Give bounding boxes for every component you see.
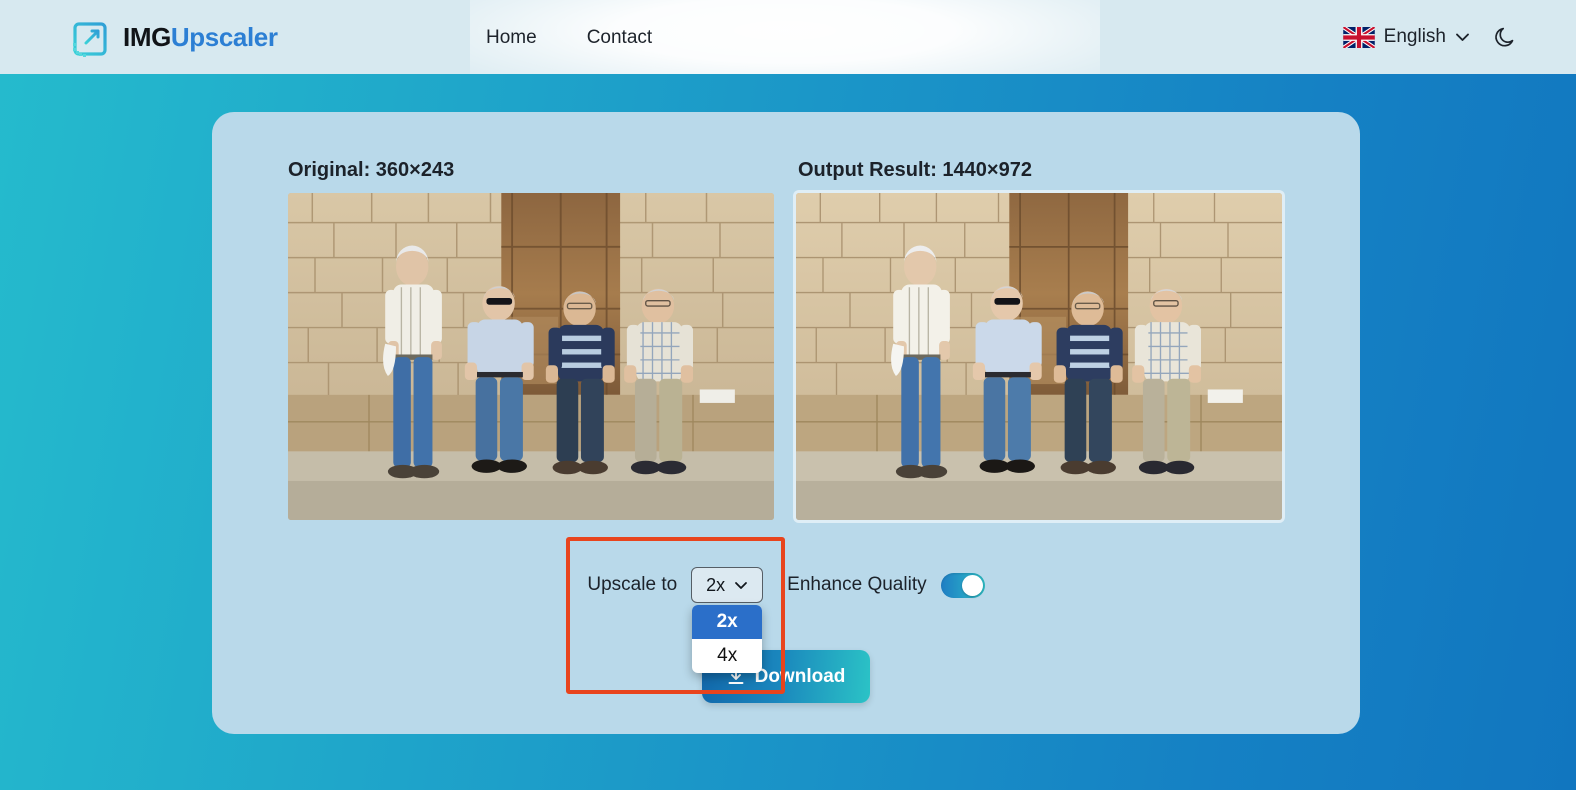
main-nav: Home Contact xyxy=(484,0,654,74)
upscale-option-4x[interactable]: 4x xyxy=(692,639,762,673)
upscale-select-value: 2x xyxy=(706,574,726,595)
result-card: Original: 360×243 Output Result: 1440×97… xyxy=(212,112,1360,734)
original-image-label: Original: 360×243 xyxy=(288,159,455,181)
nav-contact[interactable]: Contact xyxy=(585,24,654,51)
toggle-knob xyxy=(961,574,983,596)
header-right-group: English xyxy=(1342,0,1518,74)
upscale-image-icon xyxy=(73,22,107,57)
uk-flag-icon xyxy=(1342,26,1375,48)
language-label: English xyxy=(1383,26,1446,47)
upscale-options-dropdown: 2x 4x xyxy=(692,605,763,673)
original-photo-graphic xyxy=(288,193,774,520)
logo-text-img: IMG xyxy=(123,22,171,52)
output-image[interactable] xyxy=(796,193,1282,520)
logo-text-upscaler: Upscaler xyxy=(170,22,278,52)
nav-home[interactable]: Home xyxy=(484,24,539,51)
language-selector[interactable]: English xyxy=(1342,26,1470,48)
download-button-label: Download xyxy=(754,665,846,687)
chevron-down-icon xyxy=(1456,33,1469,41)
site-header: IMGUpscaler Home Contact English xyxy=(0,0,1576,74)
chevron-down-icon xyxy=(735,581,748,589)
original-image[interactable] xyxy=(288,193,774,520)
upscale-option-2x[interactable]: 2x xyxy=(692,605,763,639)
controls-row: Upscale to 2x 2x 4x Enhance Quality xyxy=(212,567,1360,673)
output-image-label: Output Result: 1440×972 xyxy=(798,159,1032,181)
logo-wordmark: IMGUpscaler xyxy=(123,24,278,50)
output-photo-graphic xyxy=(796,193,1282,520)
upscale-to-label: Upscale to xyxy=(587,574,678,595)
download-row: Download xyxy=(212,650,1360,703)
moon-icon[interactable] xyxy=(1492,24,1518,50)
site-logo[interactable]: IMGUpscaler xyxy=(72,16,278,58)
enhance-quality-label: Enhance Quality xyxy=(787,574,927,595)
upscale-select-wrapper: 2x 2x 4x xyxy=(691,567,764,673)
enhance-quality-toggle[interactable] xyxy=(940,572,985,598)
upscale-select[interactable]: 2x xyxy=(691,567,764,603)
